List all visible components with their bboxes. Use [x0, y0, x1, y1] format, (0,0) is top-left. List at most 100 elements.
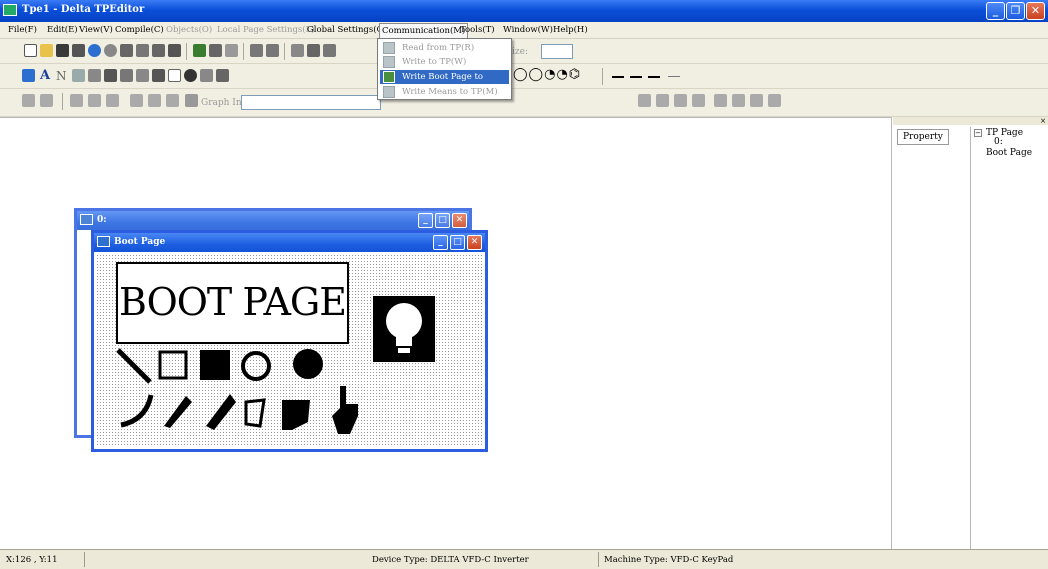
menu-item-write-to-tp[interactable]: Write to TP(W): [380, 55, 509, 69]
drawing-toolbar: A N ◯◯◔◔⌬: [0, 64, 1048, 89]
boot-page-title-bar[interactable]: Boot Page _ □ ✕: [94, 233, 485, 252]
align-top-icon[interactable]: [130, 94, 143, 107]
boot-page-design-area[interactable]: BOOT PAGE: [96, 254, 483, 447]
select-pointer-icon[interactable]: [22, 69, 35, 82]
line-style-4-icon[interactable]: [668, 76, 680, 77]
menu-edit[interactable]: Edit(E): [47, 25, 78, 35]
tree-root-tp-page[interactable]: TP Page: [986, 128, 1023, 138]
close-button[interactable]: ✕: [1026, 2, 1045, 20]
arrange-5-icon[interactable]: [714, 94, 727, 107]
copy-icon[interactable]: [152, 44, 165, 57]
right-panel: × Property − TP Page 0: Boot Page: [891, 117, 1048, 549]
align-left-icon[interactable]: [70, 94, 83, 107]
arrange-6-icon[interactable]: [732, 94, 745, 107]
menu-item-write-means[interactable]: Write Means to TP(M): [380, 85, 509, 99]
new-file-icon[interactable]: [24, 44, 37, 57]
boot-page-minimize-button[interactable]: _: [433, 235, 448, 250]
align-icon[interactable]: [250, 44, 263, 57]
tree-item-page-0[interactable]: 0:: [994, 137, 1003, 147]
align-right-icon[interactable]: [106, 94, 119, 107]
page-icon[interactable]: [209, 44, 222, 57]
boot-page-maximize-button[interactable]: □: [450, 235, 465, 250]
page-0-maximize-button[interactable]: □: [435, 213, 450, 228]
arrange-8-icon[interactable]: [768, 94, 781, 107]
arrange-2-icon[interactable]: [656, 94, 669, 107]
chart-tool-icon[interactable]: [200, 69, 213, 82]
line-style-2-icon[interactable]: [630, 76, 642, 78]
zoom-out-icon[interactable]: [307, 44, 320, 57]
menu-communication[interactable]: Communication(M): [379, 23, 469, 38]
circle-tools[interactable]: ◯◯◔◔⌬: [513, 67, 581, 82]
filled-circle-shape: [293, 349, 323, 379]
meter-tool-icon[interactable]: [120, 69, 133, 82]
open-folder-icon[interactable]: [40, 44, 53, 57]
menu-window[interactable]: Window(W): [503, 25, 553, 35]
button-tool-icon[interactable]: [88, 69, 101, 82]
editor-canvas[interactable]: 0: _ □ ✕ Boot Page _ □ ✕ BOOT PAGE: [0, 117, 891, 549]
arrange-icon[interactable]: [638, 94, 651, 107]
restore-button[interactable]: ❐: [1006, 2, 1025, 20]
page-0-close-button[interactable]: ✕: [452, 213, 467, 228]
tree-collapse-icon[interactable]: −: [974, 129, 982, 137]
grid-icon[interactable]: [323, 44, 336, 57]
menu-help[interactable]: Help(H): [553, 25, 588, 35]
histogram-tool-icon[interactable]: [216, 69, 229, 82]
paste-icon[interactable]: [168, 44, 181, 57]
add-page-icon[interactable]: [193, 44, 206, 57]
menu-local-page-settings[interactable]: Local Page Settings(L): [217, 25, 315, 35]
read-from-tp-icon: [383, 42, 395, 54]
menu-item-write-boot-page[interactable]: Write Boot Page to TP(B): [380, 70, 509, 96]
align-middle-icon[interactable]: [148, 94, 161, 107]
numeric-tool-icon[interactable]: N: [56, 69, 67, 83]
arrange-4-icon[interactable]: [692, 94, 705, 107]
trend-tool-icon[interactable]: [152, 69, 165, 82]
text-tool-icon[interactable]: A: [40, 68, 50, 83]
page-0-title-bar[interactable]: 0: _ □ ✕: [77, 211, 469, 230]
window-icon: [80, 214, 93, 225]
align-bottom-icon[interactable]: [166, 94, 179, 107]
minimize-button[interactable]: _: [986, 2, 1005, 20]
menu-tools[interactable]: Tools(T): [460, 25, 495, 35]
line-style-icon[interactable]: [612, 76, 624, 78]
bitmap-tool-icon[interactable]: [72, 69, 85, 82]
edit-icon[interactable]: [120, 44, 133, 57]
cut-icon[interactable]: [136, 44, 149, 57]
graph-input-field[interactable]: [241, 95, 381, 110]
graph-input-icon[interactable]: [185, 94, 198, 107]
size-input[interactable]: [541, 44, 573, 59]
menu-objects[interactable]: Objects(O): [166, 25, 212, 35]
lamp-tool-icon[interactable]: [184, 69, 197, 82]
menu-item-read-from-tp[interactable]: Read from TP(R): [380, 41, 509, 55]
disk-icon[interactable]: [104, 44, 117, 57]
app-icon: [3, 4, 17, 16]
arrange-7-icon[interactable]: [750, 94, 763, 107]
zoom-in-icon[interactable]: [291, 44, 304, 57]
distribute-icon[interactable]: [266, 44, 279, 57]
tree-item-boot-page[interactable]: Boot Page: [986, 148, 1032, 158]
move-icon[interactable]: [22, 94, 35, 107]
bar-tool-icon[interactable]: [136, 69, 149, 82]
page-0-minimize-button[interactable]: _: [418, 213, 433, 228]
globe-icon[interactable]: [88, 44, 101, 57]
menu-global-settings[interactable]: Global Settings(G): [307, 25, 387, 35]
menu-view[interactable]: View(V): [79, 25, 113, 35]
line-style-3-icon[interactable]: [648, 76, 660, 78]
boot-page-close-button[interactable]: ✕: [467, 235, 482, 250]
menu-file[interactable]: File(F): [8, 25, 37, 35]
property-tab[interactable]: Property: [897, 129, 949, 145]
page-list-icon[interactable]: [225, 44, 238, 57]
align-center-icon[interactable]: [88, 94, 101, 107]
arrange-3-icon[interactable]: [674, 94, 687, 107]
resize-icon[interactable]: [40, 94, 53, 107]
menu-compile[interactable]: Compile(C): [115, 25, 164, 35]
hand-icon: [332, 386, 358, 434]
menu-item-label: Read from TP(R): [402, 43, 475, 53]
print-icon[interactable]: [72, 44, 85, 57]
scale-tool-icon[interactable]: [104, 69, 117, 82]
app-title-bar[interactable]: Tpe1 - Delta TPEditor _ ❐ ✕: [0, 0, 1048, 22]
standard-toolbar: ize:: [0, 39, 1048, 64]
panel-close-icon[interactable]: ×: [893, 117, 1048, 125]
boot-page-window[interactable]: Boot Page _ □ ✕ BOOT PAGE: [91, 230, 488, 452]
frame-tool-icon[interactable]: [168, 69, 181, 82]
save-icon[interactable]: [56, 44, 69, 57]
